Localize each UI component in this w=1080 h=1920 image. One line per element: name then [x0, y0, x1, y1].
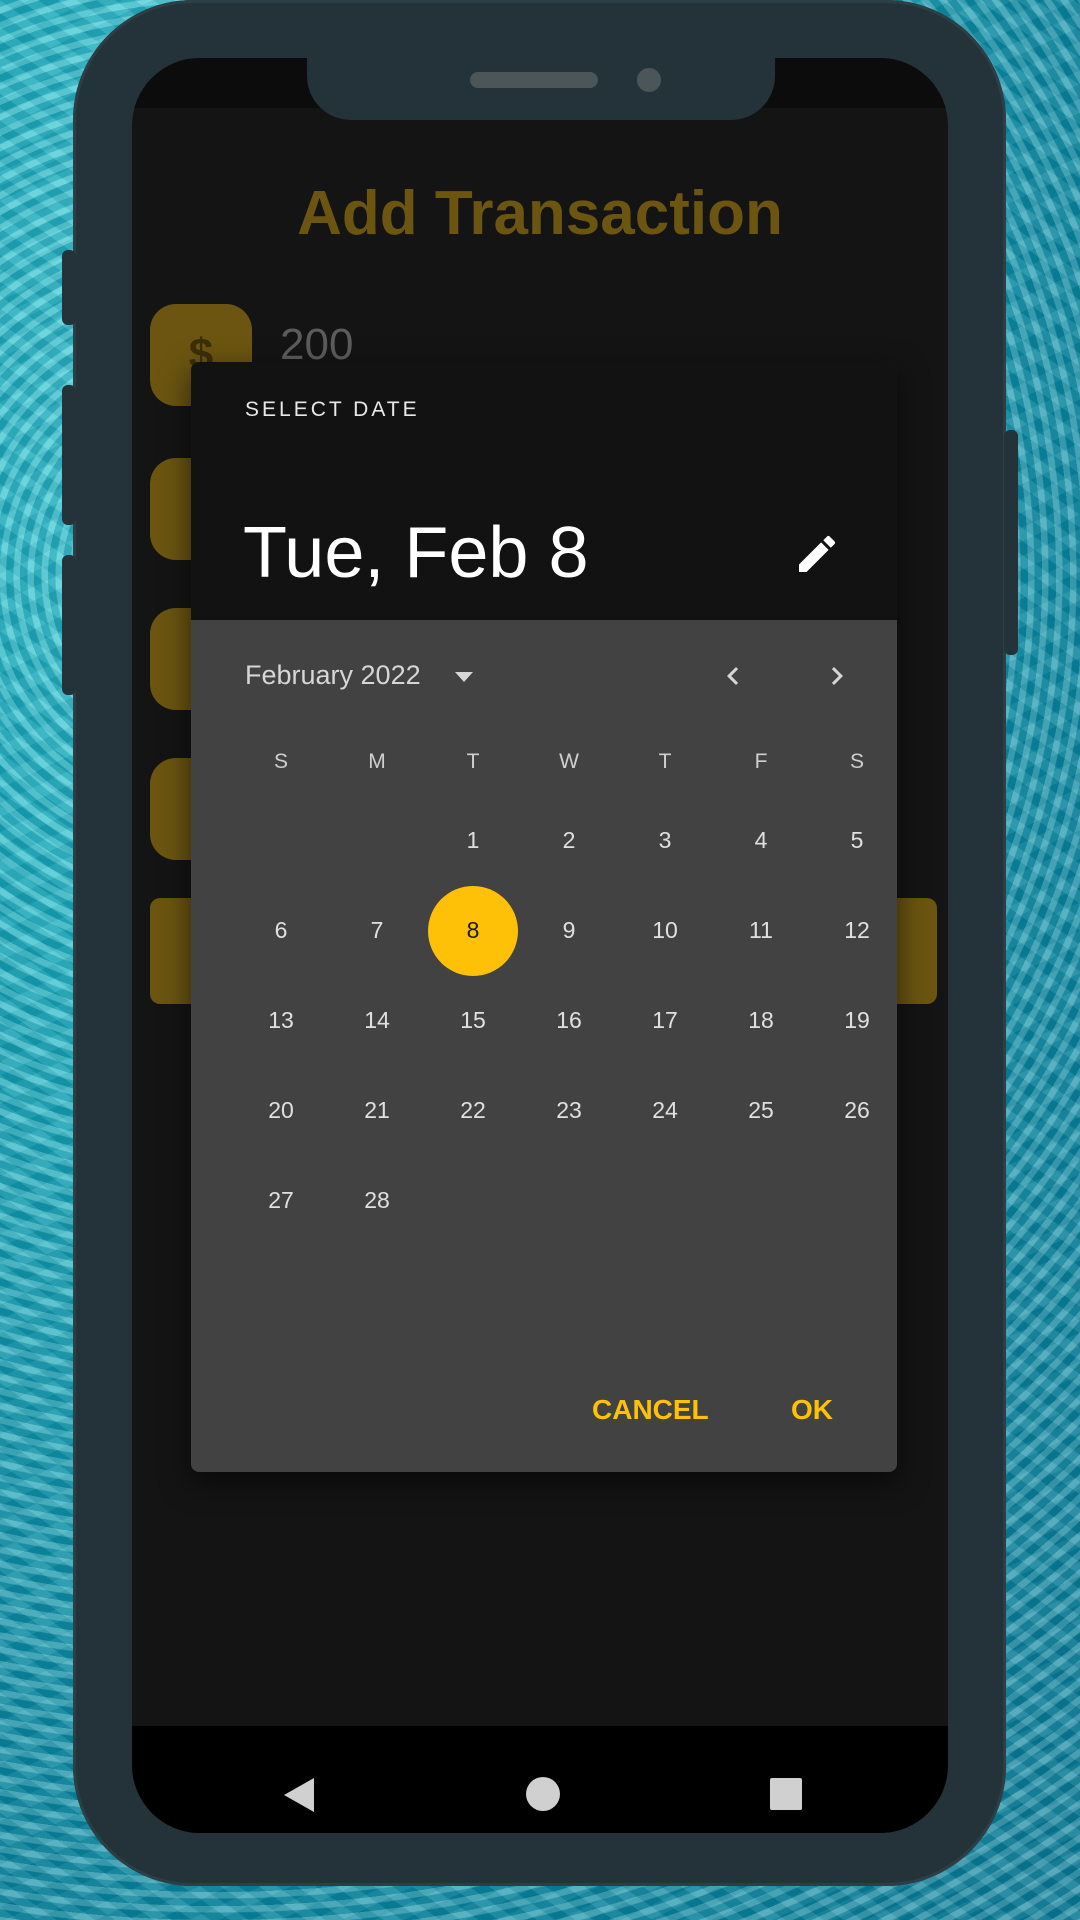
calendar-day[interactable]: 23	[521, 1066, 617, 1154]
calendar-day[interactable]: 24	[617, 1066, 713, 1154]
calendar-day[interactable]: 19	[809, 976, 897, 1064]
calendar-day-label: 1	[466, 827, 480, 853]
calendar-day[interactable]: 18	[713, 976, 809, 1064]
back-triangle-icon[interactable]	[284, 1778, 314, 1812]
calendar-day-label: 23	[556, 1097, 582, 1123]
calendar-day[interactable]: 14	[329, 976, 425, 1064]
calendar-day-label: 27	[268, 1187, 294, 1213]
calendar-day-label: 14	[364, 1007, 390, 1033]
speaker-grille	[470, 72, 598, 88]
weekday-header: M	[368, 750, 386, 773]
dialog-label: SELECT DATE	[245, 398, 420, 421]
calendar-day[interactable]: 12	[809, 886, 897, 974]
calendar-day-label: 25	[748, 1097, 774, 1123]
calendar-day-label: 11	[749, 917, 773, 943]
calendar-day-label: 2	[562, 827, 576, 853]
calendar-day-label: 13	[268, 1007, 294, 1033]
calendar-day[interactable]: 25	[713, 1066, 809, 1154]
calendar-day[interactable]: 5	[809, 796, 897, 884]
calendar-day-label: 8	[466, 917, 480, 943]
weekday-header: S	[273, 750, 288, 773]
cancel-button[interactable]: CANCEL	[592, 1394, 709, 1426]
calendar-day-label: 16	[556, 1007, 582, 1033]
month-year-dropdown[interactable]: February 2022	[245, 660, 421, 691]
calendar-day-label: 19	[844, 1007, 870, 1033]
calendar-day-label: 21	[364, 1097, 390, 1123]
calendar-day-label: 4	[754, 827, 768, 853]
calendar-day-label: 9	[562, 917, 576, 943]
calendar-day[interactable]: 20	[233, 1066, 329, 1154]
phone-notch	[307, 56, 775, 120]
calendar-day-label: 10	[652, 917, 678, 943]
weekday-header: W	[559, 750, 579, 773]
weekday-header: T	[658, 750, 672, 773]
recents-square-icon[interactable]	[770, 1778, 802, 1810]
calendar-day-label: 6	[274, 917, 288, 943]
calendar-day-label: 22	[460, 1097, 486, 1123]
chevron-right-icon[interactable]	[819, 658, 855, 694]
side-button-volume-up	[62, 385, 76, 525]
calendar-day-label: 26	[844, 1097, 870, 1123]
side-button-mute	[62, 250, 76, 325]
home-circle-icon[interactable]	[526, 1777, 560, 1811]
calendar-day[interactable]: 28	[329, 1156, 425, 1244]
calendar-day[interactable]: 7	[329, 886, 425, 974]
calendar-day[interactable]: 26	[809, 1066, 897, 1154]
calendar-day-selected[interactable]: 8	[425, 886, 521, 976]
calendar-day[interactable]: 17	[617, 976, 713, 1064]
side-button-power	[1004, 430, 1018, 655]
pencil-icon[interactable]	[793, 530, 841, 578]
calendar-day-label: 3	[658, 827, 672, 853]
ok-button[interactable]: OK	[791, 1394, 833, 1426]
calendar-day-label: 20	[268, 1097, 294, 1123]
calendar-day[interactable]: 3	[617, 796, 713, 884]
calendar-day-label: 5	[850, 827, 864, 853]
calendar-day[interactable]: 4	[713, 796, 809, 884]
calendar-day[interactable]: 15	[425, 976, 521, 1064]
calendar-day[interactable]: 1	[425, 796, 521, 884]
calendar-day[interactable]: 22	[425, 1066, 521, 1154]
weekday-header: T	[466, 750, 480, 773]
calendar-day-label: 24	[652, 1097, 678, 1123]
calendar-day[interactable]: 9	[521, 886, 617, 974]
calendar-day[interactable]: 21	[329, 1066, 425, 1154]
calendar-day-label: 17	[652, 1007, 678, 1033]
selected-date-display: Tue, Feb 8	[243, 513, 589, 593]
date-picker-dialog: SELECT DATE Tue, Feb 8 February 2022 S M T…	[191, 362, 897, 1472]
weekday-header: S	[849, 750, 864, 773]
calendar-day[interactable]: 13	[233, 976, 329, 1064]
calendar-day-label: 15	[460, 1007, 486, 1033]
weekday-header: F	[754, 750, 768, 773]
calendar-day-label: 28	[364, 1187, 390, 1213]
calendar-day-label: 12	[844, 917, 870, 943]
page-title: Add Transaction	[297, 179, 783, 248]
calendar-day[interactable]: 6	[233, 886, 329, 974]
calendar-day[interactable]: 27	[233, 1156, 329, 1244]
calendar-day[interactable]: 2	[521, 796, 617, 884]
calendar-day[interactable]: 16	[521, 976, 617, 1064]
calendar-day-label: 18	[748, 1007, 774, 1033]
caret-down-icon[interactable]	[455, 672, 473, 682]
calendar-day[interactable]: 10	[617, 886, 713, 974]
front-camera	[637, 68, 661, 92]
chevron-left-icon[interactable]	[715, 658, 751, 694]
calendar-day-label: 7	[370, 917, 384, 943]
calendar-day[interactable]: 11	[713, 886, 809, 974]
side-button-volume-down	[62, 555, 76, 695]
